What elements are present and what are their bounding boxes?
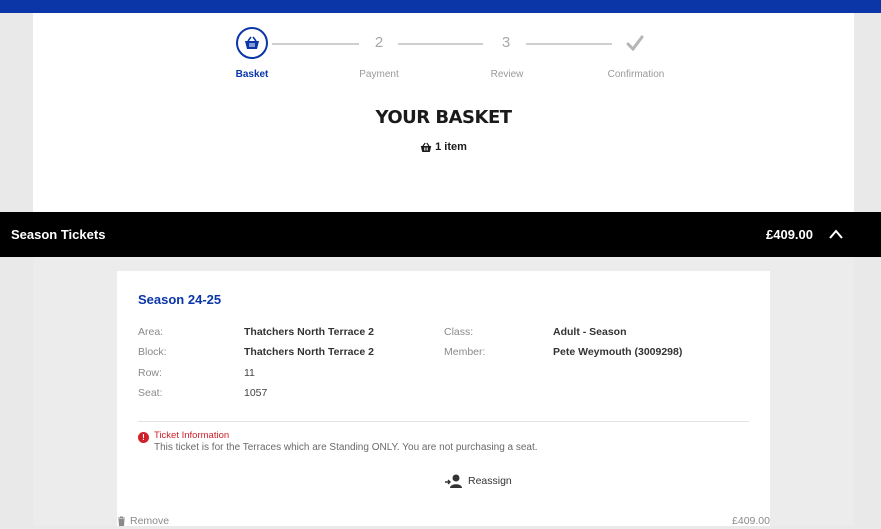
- basket-icon: [245, 36, 259, 49]
- checkout-page: 2 3 Basket Payment Review Confirmation Y…: [0, 13, 881, 529]
- reassign-label: Reassign: [468, 475, 512, 487]
- remove-button[interactable]: Remove: [117, 515, 169, 527]
- step-connector: [398, 43, 483, 45]
- ticket-price: £409.00: [732, 515, 770, 527]
- ticket-info-title: Ticket Information: [154, 430, 230, 441]
- class-label: Class:: [444, 326, 474, 338]
- step-label-basket: Basket: [235, 69, 269, 80]
- row-label: Row:: [138, 367, 162, 379]
- basket-icon: [420, 142, 432, 152]
- area-label: Area:: [138, 326, 164, 338]
- seat-value: 1057: [244, 387, 268, 399]
- step-label-confirmation: Confirmation: [607, 69, 665, 80]
- step-payment-number: 2: [374, 34, 384, 51]
- ticket-card: Season 24-25 Area: Thatchers North Terra…: [117, 271, 770, 526]
- block-label: Block:: [138, 346, 167, 358]
- basket-header-panel: 2 3 Basket Payment Review Confirmation Y…: [33, 13, 854, 212]
- step-connector: [526, 43, 612, 45]
- area-value: Thatchers North Terrace 2: [244, 326, 374, 338]
- step-review-number: 3: [501, 34, 511, 51]
- step-connector: [272, 43, 359, 45]
- item-count-text: 1 item: [435, 141, 467, 153]
- top-accent-bar: [0, 0, 881, 13]
- member-label: Member:: [444, 346, 486, 358]
- ticket-info-text: This ticket is for the Terraces which ar…: [154, 442, 538, 453]
- section-title: Season Tickets: [11, 227, 106, 242]
- basket-item-count: 1 item: [33, 141, 854, 153]
- ticket-footer-row: Remove £409.00: [117, 515, 770, 529]
- reassign-user-icon: [445, 474, 462, 488]
- step-basket-indicator: [236, 27, 268, 59]
- page-title: YOUR BASKET: [375, 107, 512, 128]
- seat-label: Seat:: [138, 387, 163, 399]
- class-value: Adult - Season: [553, 326, 627, 338]
- trash-icon: [118, 516, 125, 526]
- season-tickets-section-header[interactable]: Season Tickets £409.00: [0, 212, 881, 257]
- block-value: Thatchers North Terrace 2: [244, 346, 374, 358]
- row-value: 11: [244, 367, 255, 379]
- remove-label: Remove: [130, 515, 170, 527]
- step-label-review: Review: [490, 69, 524, 80]
- reassign-button[interactable]: Reassign: [445, 474, 512, 488]
- ticket-title: Season 24-25: [138, 292, 222, 307]
- checkmark-icon: [626, 35, 644, 51]
- member-value: Pete Weymouth (3009298): [553, 346, 683, 358]
- section-price: £409.00: [766, 227, 813, 242]
- chevron-up-icon[interactable]: [828, 227, 844, 241]
- card-divider: [138, 421, 749, 422]
- alert-icon: !: [138, 432, 149, 443]
- step-label-payment: Payment: [359, 69, 399, 80]
